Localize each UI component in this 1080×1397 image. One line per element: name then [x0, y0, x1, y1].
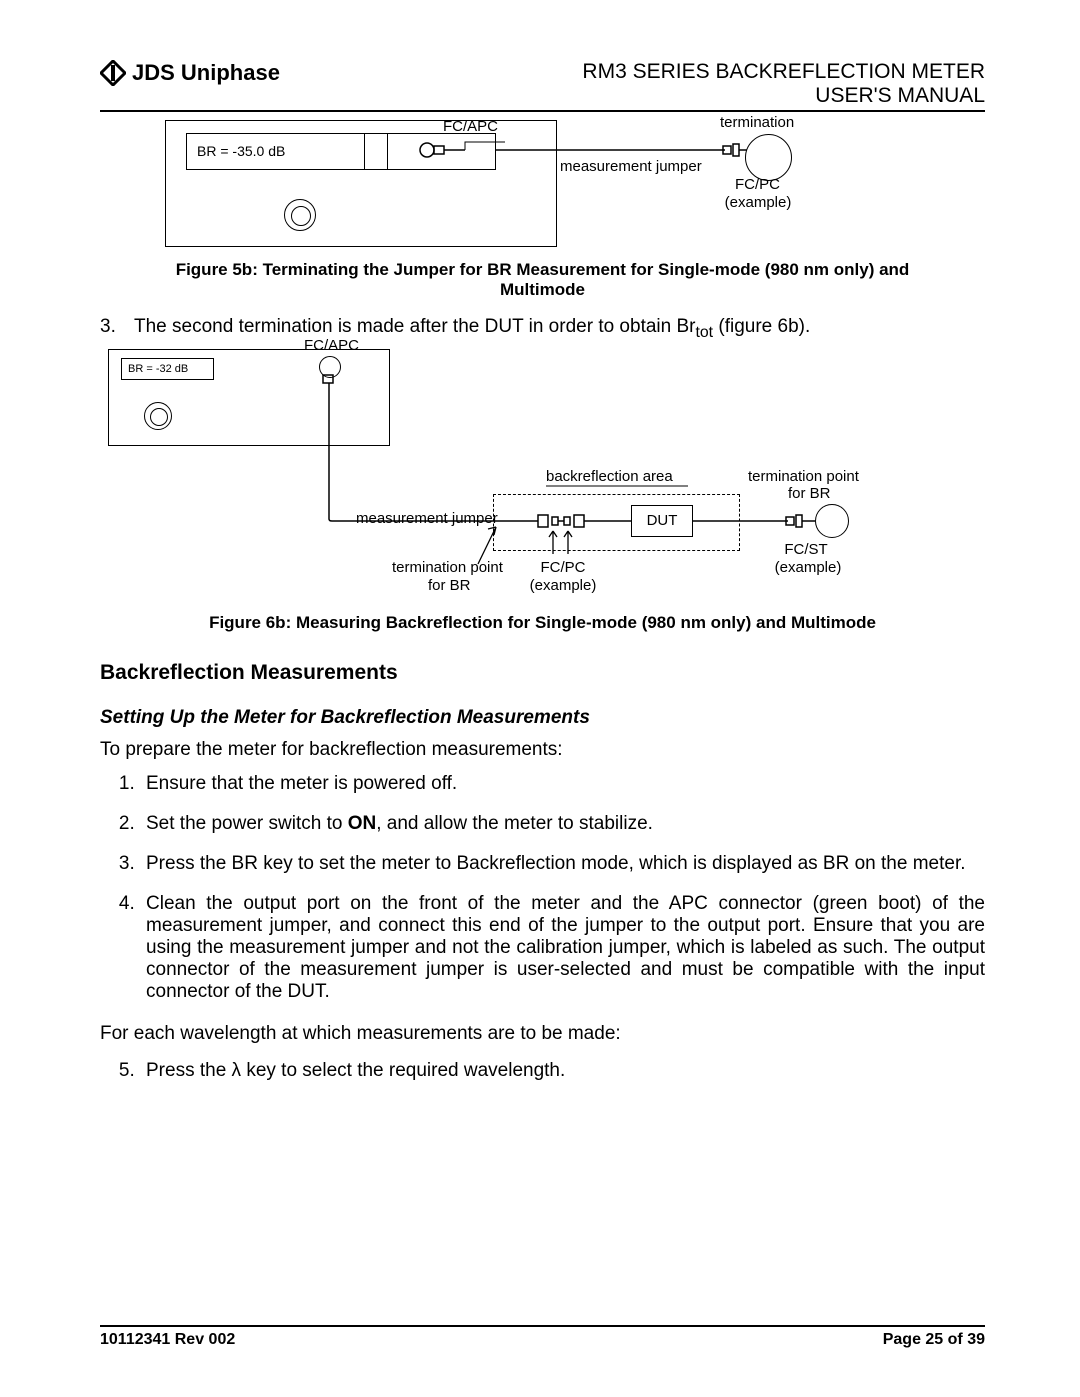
section-heading: Backreflection Measurements: [100, 661, 985, 685]
fig5-wires: [165, 120, 925, 250]
figure-6b-caption: Figure 6b: Measuring Backreflection for …: [153, 613, 933, 633]
label-fcpc: FC/PC: [720, 176, 795, 193]
label-mjumper: measurement jumper: [356, 510, 498, 527]
page: JDS Uniphase RM3 SERIES BACKREFLECTION M…: [0, 0, 1080, 1397]
doc-title-line1: RM3 SERIES BACKREFLECTION METER: [582, 60, 985, 84]
label-backarea: backreflection area: [546, 468, 673, 485]
label-mjumper: measurement jumper: [560, 158, 702, 175]
label-example-r: (example): [763, 559, 853, 576]
footer-page: Page 25 of 39: [883, 1331, 985, 1349]
label-fcst: FC/ST: [776, 541, 836, 558]
step-4: Clean the output port on the front of th…: [140, 893, 985, 1003]
step-1: Ensure that the meter is powered off.: [140, 773, 985, 795]
step-3-num: 3.: [100, 314, 120, 343]
label-termination: termination: [720, 114, 794, 131]
section-subheading: Setting Up the Meter for Backreflection …: [100, 707, 985, 729]
dut-box: DUT: [631, 505, 693, 537]
label-forbr-l: for BR: [428, 577, 471, 594]
label-fcpc: FC/PC: [528, 559, 598, 576]
label-forbr-r: for BR: [788, 485, 831, 502]
figure-6b: BR = -32 dB: [108, 349, 878, 609]
label-termpt-r: termination point: [748, 468, 859, 485]
step-3: 3. The second termination is made after …: [100, 314, 985, 343]
footer-rule: [100, 1325, 985, 1327]
label-fcapc: FC/APC: [443, 118, 498, 135]
figure-5b: BR = -35.0 dB FC/APC termination measure…: [165, 120, 925, 250]
backreflection-area: [493, 494, 740, 551]
label-example: (example): [713, 194, 803, 211]
step-3-text: The second termination is made after the…: [134, 314, 810, 343]
footer-docid: 10112341 Rev 002: [100, 1331, 235, 1349]
label-termpt-l: termination point: [392, 559, 503, 576]
step-5: Press the λ key to select the required w…: [140, 1060, 985, 1082]
section-intro: To prepare the meter for backreflection …: [100, 737, 985, 763]
figure-5b-caption: Figure 5b: Terminating the Jumper for BR…: [153, 260, 933, 300]
step-3b: Press the BR key to set the meter to Bac…: [140, 853, 985, 875]
doc-title-line2: USER'S MANUAL: [582, 84, 985, 108]
page-header: JDS Uniphase RM3 SERIES BACKREFLECTION M…: [100, 60, 985, 108]
page-footer: 10112341 Rev 002 Page 25 of 39: [100, 1325, 985, 1349]
header-rule: [100, 110, 985, 112]
company-logo: JDS Uniphase: [100, 60, 280, 86]
steps-list-2: Press the λ key to select the required w…: [100, 1060, 985, 1082]
step-2: Set the power switch to ON, and allow th…: [140, 813, 985, 835]
doc-title: RM3 SERIES BACKREFLECTION METER USER'S M…: [582, 60, 985, 108]
label-fcapc: FC/APC: [304, 337, 359, 354]
label-example-l: (example): [518, 577, 608, 594]
termination-loop: [745, 134, 792, 181]
mid-text: For each wavelength at which measurement…: [100, 1021, 985, 1047]
company-name: JDS Uniphase: [132, 60, 280, 86]
termination-loop: [815, 504, 849, 538]
steps-list: Ensure that the meter is powered off. Se…: [100, 773, 985, 1003]
logo-icon: [100, 60, 126, 86]
